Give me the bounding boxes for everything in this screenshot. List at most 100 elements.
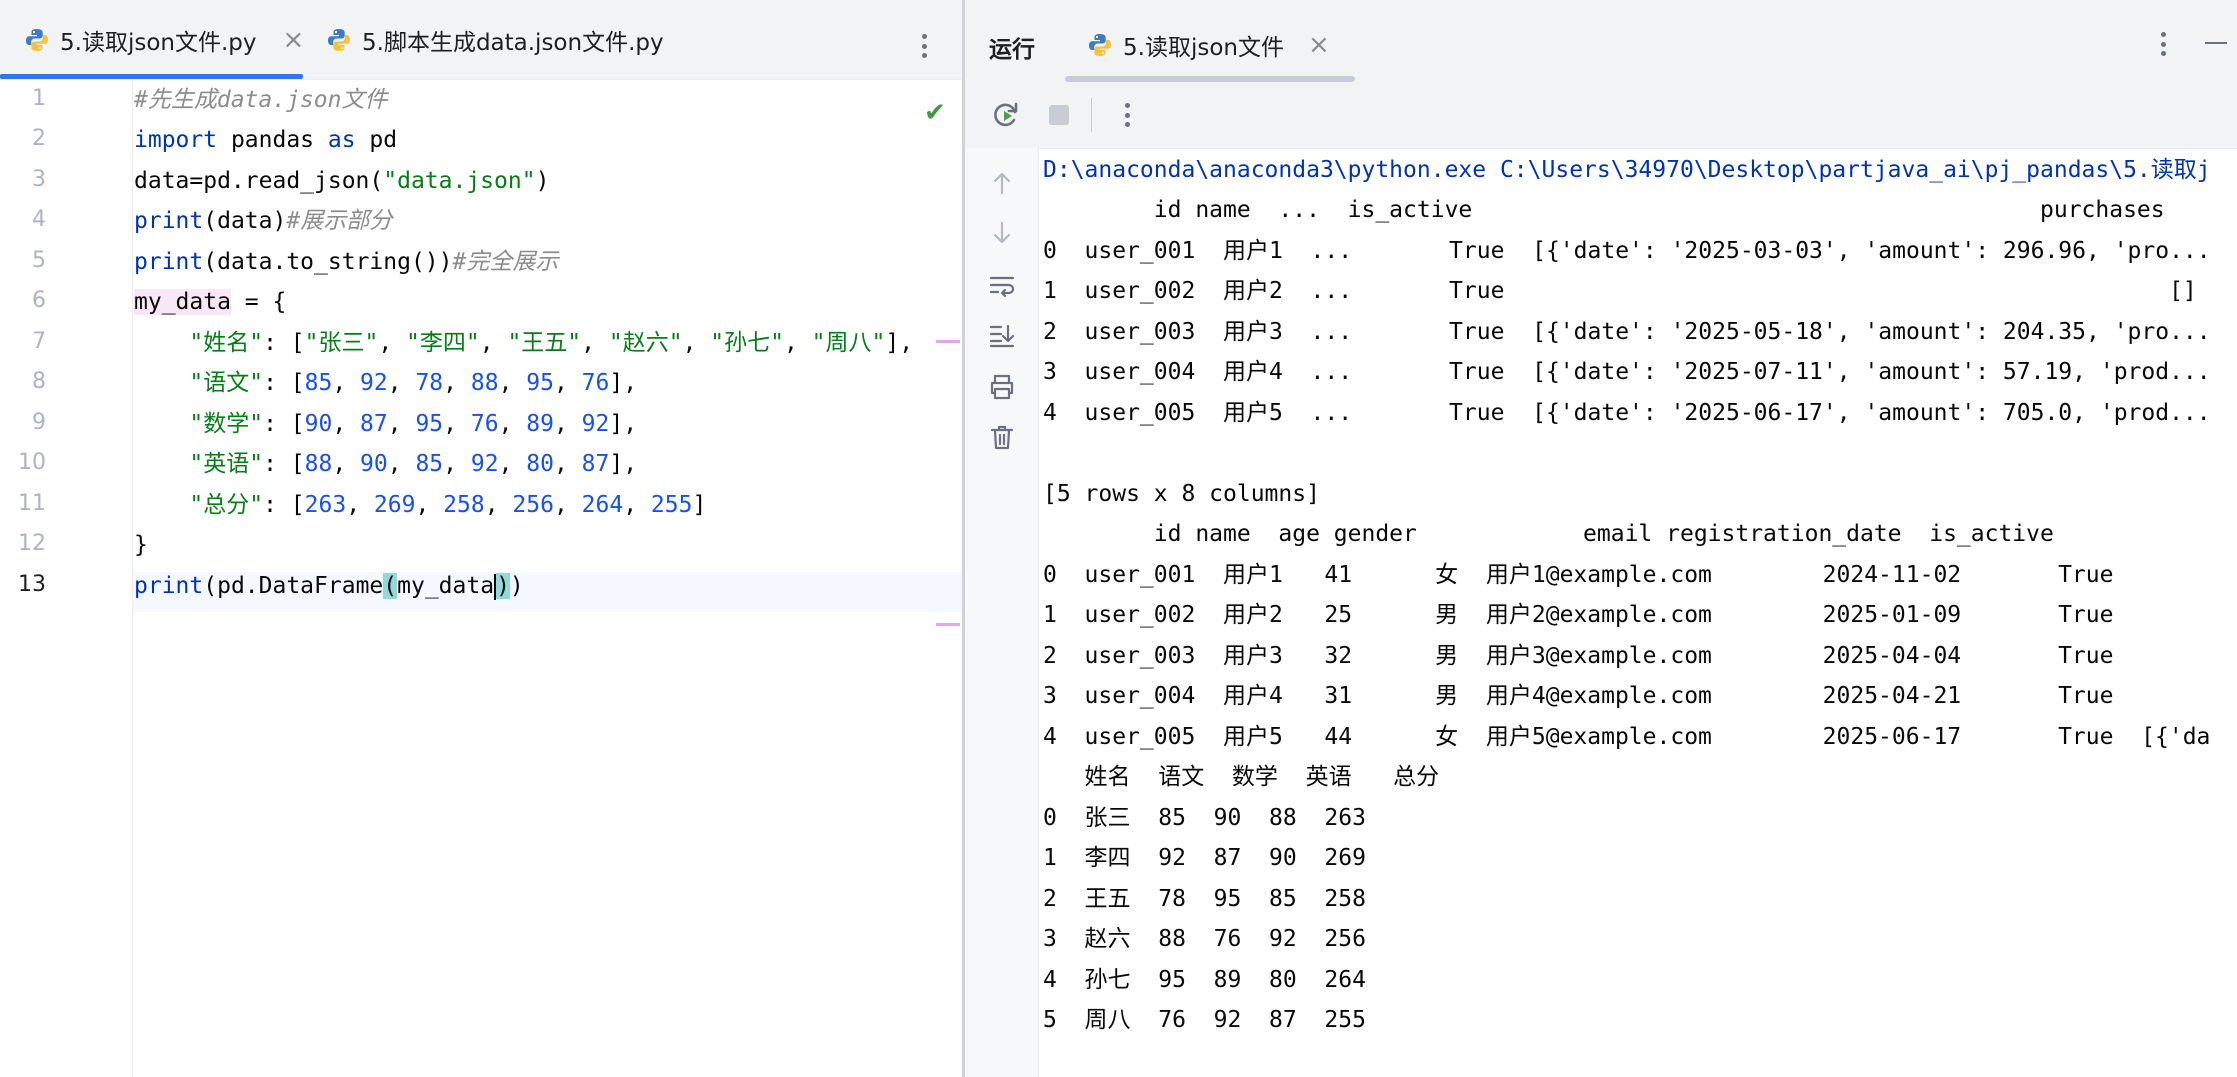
code-comment: #先生成data.json文件	[134, 87, 388, 113]
code-text: )	[535, 168, 550, 194]
code-string: "姓名"	[134, 330, 264, 356]
editor-tab-read-json[interactable]: 5.读取json文件.py ×	[24, 0, 304, 79]
minimize-icon[interactable]	[2205, 42, 2227, 44]
console-line: 2 王五 78 95 85 258	[1043, 886, 1366, 912]
trash-icon[interactable]	[987, 422, 1017, 452]
code-builtin: print	[134, 573, 204, 599]
editor-tab-label: 5.脚本生成data.json文件.py	[362, 29, 664, 56]
run-tab-indicator	[1065, 76, 1355, 82]
code-text: (pd.DataFrame	[203, 573, 384, 599]
scroll-marker	[936, 623, 960, 626]
code-text: pandas	[217, 127, 328, 153]
code-number: 85	[415, 451, 444, 477]
more-vertical-icon[interactable]	[1125, 103, 1131, 127]
code-number: 88	[304, 451, 333, 477]
console-line: 4 user_005 用户5 ... True [{'date': '2025-…	[1043, 400, 2211, 426]
code-line-9: "数学": [90, 87, 95, 76, 89, 92],	[134, 411, 638, 437]
code-builtin: print	[134, 249, 204, 275]
code-builtin: print	[134, 208, 204, 234]
code-number: 92	[581, 411, 610, 437]
console-line: 2 user_003 用户3 32 男 用户3@example.com 2025…	[1043, 643, 2114, 669]
code-number: 80	[526, 451, 554, 477]
code-comment: #展示部分	[286, 208, 393, 234]
code-variable: my_data	[397, 573, 495, 599]
code-text: pd	[355, 127, 398, 153]
rerun-icon[interactable]	[991, 100, 1021, 130]
console-output[interactable]: D:\anaconda\anaconda3\python.exe C:\User…	[1043, 150, 2237, 1077]
code-area[interactable]: #先生成data.json文件 import pandas as pd data…	[0, 80, 962, 1077]
code-number: 92	[470, 451, 499, 477]
console-line: 4 孙七 95 89 80 264	[1043, 967, 1366, 993]
console-line: id name ... is_active purchases	[1043, 197, 2165, 223]
scroll-marker	[936, 340, 960, 343]
code-number: 90	[360, 451, 388, 477]
code-text: }	[134, 532, 148, 558]
code-number: 263	[304, 492, 347, 518]
active-tab-indicator	[0, 74, 303, 79]
code-string: "孙七"	[710, 330, 784, 356]
editor-tab-gen-json[interactable]: 5.脚本生成data.json文件.py	[326, 0, 664, 79]
code-line-2: import pandas as pd	[134, 120, 397, 160]
toolbar-divider	[1091, 98, 1092, 132]
python-file-icon	[1089, 34, 1111, 56]
python-file-icon	[26, 28, 48, 51]
console-line: 3 user_004 用户4 ... True [{'date': '2025-…	[1043, 359, 2211, 385]
close-icon[interactable]: ×	[283, 25, 305, 55]
print-icon[interactable]	[987, 372, 1017, 402]
editor-tab-bar: 5.读取json文件.py × 5.脚本生成data.json文件.py	[0, 0, 962, 80]
run-title: 运行	[989, 37, 1035, 63]
run-header: 运行 5.读取json文件 ×	[965, 0, 2237, 86]
code-text: data=pd.read_json(	[134, 168, 384, 194]
console-line: id name age gender email registration_da…	[1043, 521, 2054, 547]
code-string: "数学"	[134, 411, 264, 437]
close-icon[interactable]: ×	[1308, 30, 1330, 60]
code-text: : [	[263, 330, 305, 356]
code-line-5: print(data.to_string())#完全展示	[134, 242, 558, 282]
code-line-11: "总分": [263, 269, 258, 256, 264, 255]	[134, 492, 707, 518]
code-number: 90	[304, 411, 333, 437]
run-tab[interactable]: 5.读取json文件 ×	[1087, 28, 1330, 62]
console-line: 3 赵六 88 76 92 256	[1043, 926, 1366, 952]
code-line-12: }	[134, 525, 148, 565]
editor-tab-label: 5.读取json文件.py	[60, 29, 257, 56]
code-text: ],	[885, 330, 914, 356]
console-line: 0 张三 85 90 88 263	[1043, 805, 1366, 831]
code-line-13: print(pd.DataFrame(my_data))	[134, 566, 524, 606]
code-number: 95	[415, 411, 444, 437]
code-string: "周八"	[811, 330, 886, 356]
code-number: 76	[581, 370, 610, 396]
code-number: 256	[512, 492, 554, 518]
console-line: 0 user_001 用户1 41 女 用户1@example.com 2024…	[1043, 562, 2114, 588]
code-line-3: data=pd.read_json("data.json")	[134, 161, 549, 201]
code-editor[interactable]: 5.读取json文件.py × 5.脚本生成data.json文件.py 1 2…	[0, 0, 962, 1077]
code-number: 89	[526, 411, 554, 437]
check-icon[interactable]: ✔	[924, 98, 946, 128]
bracket-match: (	[383, 573, 398, 599]
bracket-match: )	[496, 573, 510, 599]
code-line-8: "语文": [85, 92, 78, 88, 95, 76],	[134, 370, 638, 396]
code-line-6: my_data = {	[134, 282, 286, 322]
console-line: 5 周八 76 92 87 255	[1043, 1007, 1366, 1033]
run-side-toolbar	[965, 148, 1039, 1077]
more-vertical-icon[interactable]	[922, 34, 928, 58]
arrow-down-icon[interactable]	[987, 218, 1017, 248]
console-line: 姓名 语文 数学 英语 总分	[1043, 764, 1440, 790]
code-keyword: as	[327, 127, 356, 153]
arrow-up-icon[interactable]	[987, 168, 1017, 198]
code-number: 258	[443, 492, 485, 518]
run-tool-window[interactable]: 运行 5.读取json文件 × D:\anaconda\anaconda3\py…	[962, 0, 2237, 1077]
console-line: 1 user_002 用户2 25 男 用户2@example.com 2025…	[1043, 602, 2114, 628]
code-line-7: "姓名": ["张三", "李四", "王五", "赵六", "孙七", "周八…	[134, 330, 914, 356]
code-comment: #完全展示	[452, 249, 559, 275]
console-line: 3 user_004 用户4 31 男 用户4@example.com 2025…	[1043, 683, 2114, 709]
code-text: )	[509, 573, 524, 599]
code-line-10: "英语": [88, 90, 85, 92, 80, 87],	[134, 451, 638, 477]
scroll-to-end-icon[interactable]	[987, 320, 1017, 350]
code-number: 85	[304, 370, 333, 396]
more-vertical-icon[interactable]	[2161, 32, 2167, 56]
stop-icon[interactable]	[1049, 105, 1069, 125]
console-line: 2 user_003 用户3 ... True [{'date': '2025-…	[1043, 319, 2211, 345]
code-variable: my_data	[134, 289, 231, 315]
code-line-1: #先生成data.json文件	[134, 80, 387, 120]
soft-wrap-icon[interactable]	[987, 270, 1017, 300]
